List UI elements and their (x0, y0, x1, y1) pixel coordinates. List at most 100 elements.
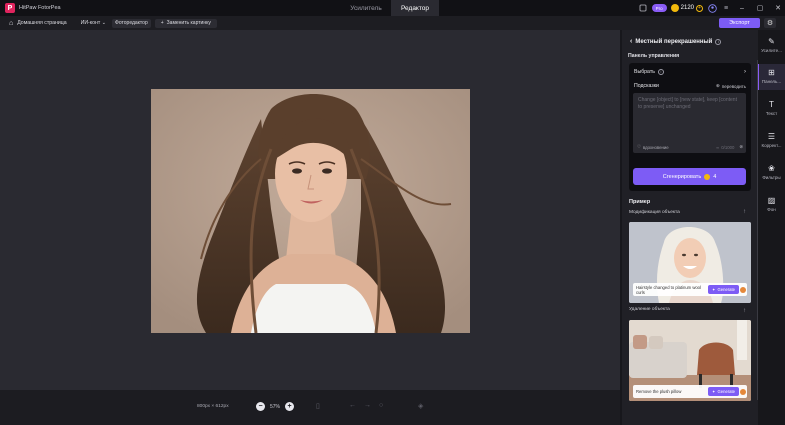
translate-icon: ⊛ (715, 83, 720, 88)
example-text: Hairstyle changed to platinum wool curls (636, 284, 701, 295)
portrait-photo[interactable] (151, 89, 470, 333)
sliders-icon: ☰ (767, 132, 776, 141)
rail-label: Текст (765, 111, 778, 116)
avatar (740, 389, 746, 395)
generate-cost: 4 (713, 173, 717, 180)
sparkle-edit-icon: ✎ (768, 37, 775, 46)
minimize-icon[interactable]: – (735, 5, 749, 12)
tool-rail: ✎ Усилите... ⊞ Панель... T Текст ☰ Корре… (758, 30, 785, 425)
sparkle-icon: ✦ (712, 287, 716, 292)
example-generate-label: Generate (717, 287, 735, 292)
tab-enhancer[interactable]: Усилитель (341, 0, 391, 16)
mode-tabs: Усилитель Редактор (341, 0, 439, 16)
zoom-out-button[interactable]: − (256, 402, 265, 411)
info-icon[interactable]: i (715, 38, 722, 45)
maximize-icon[interactable]: ▢ (753, 4, 767, 12)
photo-editor-chip[interactable]: Фоторедактор (112, 18, 151, 28)
home-icon[interactable]: ⌂ (9, 20, 13, 27)
prompt-header: Подсказки ⊛ переводить (634, 83, 746, 89)
zoom-in-button[interactable]: + (285, 402, 294, 411)
example-caption: Модификация объекта (629, 210, 680, 215)
coin-icon (670, 4, 679, 12)
grid-icon: ⊞ (768, 68, 775, 77)
back-arrow-icon[interactable]: ‹ (630, 38, 632, 45)
redo-icon[interactable]: → (364, 402, 371, 409)
rail-label: Коррект... (761, 143, 782, 148)
rail-item-panel[interactable]: ⊞ Панель... (758, 64, 785, 90)
plus-icon: + (160, 20, 164, 26)
canvas-status-bar: 800px × 612px − 57% + ▯ ← → ○ ◈ (0, 390, 620, 425)
inspiration-button[interactable]: вдохновение (643, 145, 669, 150)
tool-panel: ‹ Местный перекрашенный i Панель управле… (622, 30, 758, 425)
clear-icon[interactable]: ⊗ (739, 144, 743, 150)
rail-item-text[interactable]: T Текст (758, 96, 785, 122)
layers-icon[interactable]: ◈ (418, 402, 423, 410)
example-caption: Удаление объекта (629, 307, 670, 312)
rail-item-background[interactable]: ▨ Фон (758, 192, 785, 218)
example-generate-button[interactable]: ✦ Generate (708, 387, 739, 396)
rail-item-enhancer[interactable]: ✎ Усилите... (758, 33, 785, 59)
prompt-footer: ♡ вдохновение ∞ 0/1000 ⊗ (637, 144, 743, 150)
example-title: Пример (629, 199, 651, 205)
add-coins-icon[interactable]: + (696, 4, 703, 12)
ai-context-label: ИИ-конт (80, 20, 101, 26)
undo-icon[interactable]: ← (349, 402, 356, 409)
example-generate-button[interactable]: ✦ Generate (708, 285, 739, 294)
pro-badge[interactable]: Pro (651, 4, 667, 12)
coin-balance[interactable]: 2120 + (670, 4, 703, 12)
generate-button[interactable]: Сгенерировать 4 (633, 168, 746, 185)
reset-icon[interactable]: ○ (379, 402, 383, 409)
gear-icon[interactable]: ⚙ (764, 18, 776, 28)
select-row[interactable]: Выбрать i › (634, 69, 746, 75)
app-name: HitPaw FotorPea (19, 5, 61, 11)
example-overlay: Remove the plush pillow ✦ Generate (633, 385, 747, 398)
tab-editor[interactable]: Редактор (391, 0, 439, 16)
background-icon: ▨ (767, 196, 776, 205)
avatar (740, 287, 746, 293)
chevron-down-icon: ⌄ (101, 20, 107, 26)
feedback-icon[interactable] (638, 3, 648, 13)
image-dimensions: 800px × 612px (197, 404, 229, 409)
example-card-modify[interactable]: Hairstyle changed to platinum wool curls… (629, 222, 751, 303)
panel-header: ‹ Местный перекрашенный i (630, 38, 722, 45)
rail-item-adjust[interactable]: ☰ Коррект... (758, 128, 785, 154)
rail-item-filters[interactable]: ❀ Фильтры (758, 160, 785, 186)
photo-editor-label: Фоторедактор (115, 20, 148, 26)
replace-image-label: Заменить картинку (166, 20, 211, 26)
arrow-up-icon[interactable]: ↑ (743, 308, 746, 314)
titlebar-actions: Pro 2120 + ≡ – ▢ ✕ (638, 0, 785, 16)
chevron-right-icon: › (744, 69, 746, 75)
account-icon[interactable] (707, 3, 717, 13)
arrow-up-icon[interactable]: ↑ (743, 209, 746, 215)
menu-icon[interactable]: ≡ (721, 3, 731, 13)
example-card-remove[interactable]: Remove the plush pillow ✦ Generate (629, 320, 751, 401)
ai-context-dropdown[interactable]: ИИ-конт ⌄ (81, 20, 106, 26)
panel-title: Местный перекрашенный (635, 38, 713, 45)
filters-icon: ❀ (768, 164, 775, 173)
translate-toggle[interactable]: ⊛ переводить (716, 83, 746, 89)
prompt-placeholder: Change [object] to [new state], keep [co… (638, 97, 737, 110)
prompt-counter: ∞ 0/1000 ⊗ (716, 144, 743, 150)
example-text: Remove the plush pillow (636, 389, 682, 394)
home-link[interactable]: Домашняя страница (17, 20, 66, 26)
control-box: Выбрать i › Подсказки ⊛ переводить Chang… (629, 63, 751, 191)
rail-label: Усилите... (761, 48, 782, 53)
info-icon[interactable]: i (657, 69, 664, 75)
export-button[interactable]: Экспорт (719, 18, 760, 28)
generate-label: Сгенерировать (662, 173, 702, 180)
sparkle-icon: ✦ (712, 389, 716, 394)
control-panel-label: Панель управления (628, 53, 680, 59)
char-count: 0/1000 (721, 144, 735, 150)
select-label: Выбрать (634, 69, 655, 75)
app-window: P HitPaw FotorPea Усилитель Редактор Pro… (0, 0, 785, 425)
prompt-textarea[interactable]: Change [object] to [new state], keep [co… (633, 93, 746, 153)
pro-badge-label: Pro (655, 5, 663, 11)
replace-image-button[interactable]: + Заменить картинку (154, 18, 217, 28)
compare-icon[interactable]: ▯ (316, 402, 320, 410)
rail-label: Фильтры (762, 175, 781, 180)
app-logo-icon: P (5, 3, 15, 13)
close-icon[interactable]: ✕ (771, 4, 785, 12)
lightbulb-icon[interactable]: ♡ (637, 144, 641, 150)
canvas-area[interactable] (0, 30, 620, 390)
zoom-level: 57% (270, 404, 281, 410)
